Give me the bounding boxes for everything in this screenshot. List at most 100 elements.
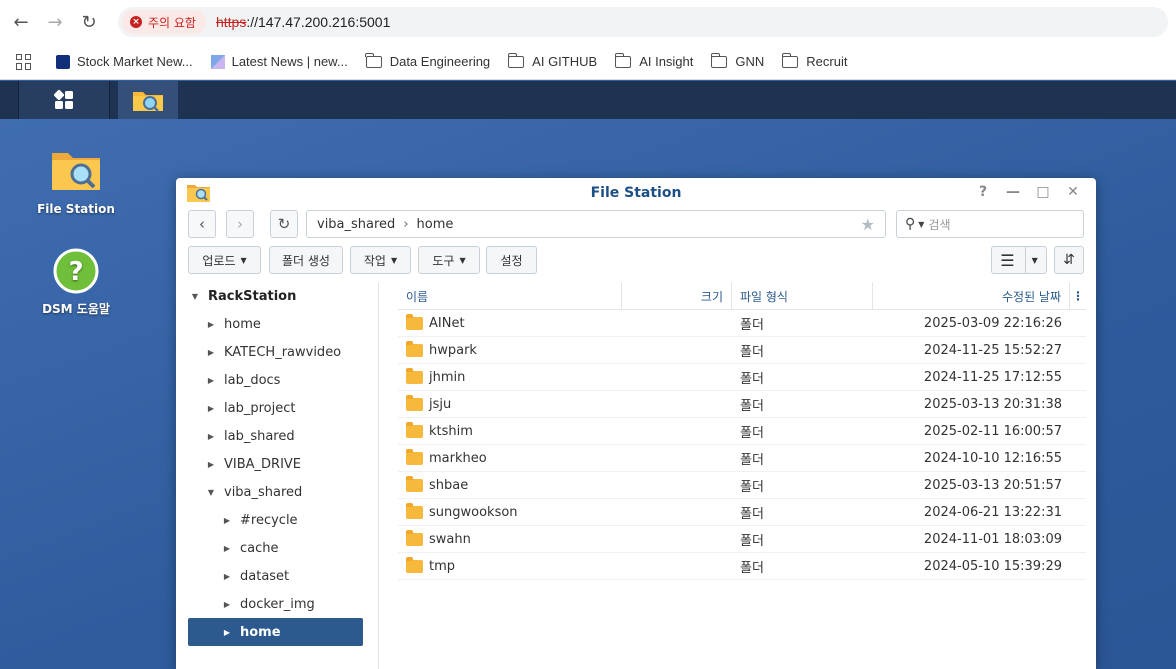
path-bar[interactable]: viba_shared › home ★ bbox=[306, 210, 886, 238]
tree-root[interactable]: ▼ RackStation bbox=[188, 282, 296, 310]
main-menu-icon bbox=[53, 89, 73, 109]
path-segment[interactable]: viba_shared bbox=[317, 217, 395, 232]
apps-grid-icon[interactable] bbox=[16, 53, 32, 70]
create-folder-label: 폴더 생성 bbox=[282, 253, 330, 268]
tree-item-lab-shared[interactable]: ▶ lab_shared bbox=[204, 422, 295, 450]
refresh-button[interactable]: ↻ bbox=[270, 210, 298, 238]
bookmark-recruit[interactable]: Recruit bbox=[781, 52, 847, 69]
action-label: 작업 bbox=[363, 253, 386, 268]
column-header-type[interactable]: 파일 형식 bbox=[732, 282, 873, 310]
bookmark-ai-github[interactable]: AI GITHUB bbox=[507, 52, 598, 69]
minimize-icon[interactable]: — bbox=[1004, 184, 1022, 200]
back-button[interactable]: ‹ bbox=[188, 210, 216, 238]
collapsed-arrow-icon[interactable]: ▶ bbox=[204, 376, 218, 385]
path-segment[interactable]: home bbox=[417, 217, 454, 232]
file-type: 폴더 bbox=[740, 507, 764, 522]
column-label: 이름 bbox=[406, 289, 429, 304]
collapsed-arrow-icon[interactable]: ▶ bbox=[204, 348, 218, 357]
column-options-icon[interactable]: ⋮ bbox=[1070, 282, 1086, 310]
url-text[interactable]: https://147.47.200.216:5001 bbox=[216, 14, 390, 30]
bookmark-data-engineering[interactable]: Data Engineering bbox=[365, 52, 490, 69]
help-icon: ? bbox=[53, 248, 99, 294]
collapsed-arrow-icon[interactable]: ▶ bbox=[220, 628, 234, 637]
tree-item-home[interactable]: ▶ home bbox=[204, 310, 261, 338]
favorite-star-icon[interactable]: ★ bbox=[861, 215, 875, 234]
collapsed-arrow-icon[interactable]: ▶ bbox=[220, 572, 234, 581]
upload-button[interactable]: 업로드 ▼ bbox=[188, 246, 261, 274]
expanded-arrow-icon[interactable]: ▼ bbox=[188, 292, 202, 301]
back-arrow-icon[interactable]: ← bbox=[8, 9, 34, 35]
bookmark-ai-insight[interactable]: AI Insight bbox=[614, 52, 693, 69]
security-warning-chip[interactable]: × 주의 요함 bbox=[122, 10, 206, 34]
table-row[interactable]: AINet 폴더 2025-03-09 22:16:26 bbox=[398, 310, 1086, 337]
tree-item-dataset[interactable]: ▶ dataset bbox=[220, 562, 289, 590]
table-row[interactable]: jsju 폴더 2025-03-13 20:31:38 bbox=[398, 391, 1086, 418]
file-name: swahn bbox=[429, 532, 471, 547]
list-view-icon: ☰ bbox=[1000, 250, 1015, 270]
table-row[interactable]: jhmin 폴더 2024-11-25 17:12:55 bbox=[398, 364, 1086, 391]
collapsed-arrow-icon[interactable]: ▶ bbox=[220, 544, 234, 553]
collapsed-arrow-icon[interactable]: ▶ bbox=[204, 320, 218, 329]
desktop-icon-file-station[interactable]: File Station bbox=[21, 147, 131, 216]
table-row[interactable]: shbae 폴더 2025-03-13 20:51:57 bbox=[398, 472, 1086, 499]
tools-button[interactable]: 도구 ▼ bbox=[418, 246, 480, 274]
table-row[interactable]: markheo 폴더 2024-10-10 12:16:55 bbox=[398, 445, 1086, 472]
settings-button[interactable]: 설정 bbox=[486, 246, 537, 274]
tree-item-viba-drive[interactable]: ▶ VIBA_DRIVE bbox=[204, 450, 301, 478]
desktop-icon-dsm-help[interactable]: ? DSM 도움말 bbox=[21, 247, 131, 317]
file-type: 폴더 bbox=[740, 426, 764, 441]
table-row[interactable]: ktshim 폴더 2025-02-11 16:00:57 bbox=[398, 418, 1086, 445]
column-label: 크기 bbox=[700, 289, 723, 304]
address-bar[interactable]: × 주의 요함 https://147.47.200.216:5001 bbox=[118, 7, 1168, 37]
file-modified: 2024-11-25 15:52:27 bbox=[923, 343, 1062, 358]
tree-item-viba-shared[interactable]: ▼ viba_shared bbox=[204, 478, 302, 506]
search-placeholder: 검색 bbox=[928, 217, 951, 232]
tree-item-recycle[interactable]: ▶ #recycle bbox=[220, 506, 298, 534]
bookmark-label: GNN bbox=[735, 54, 765, 69]
collapsed-arrow-icon[interactable]: ▶ bbox=[204, 460, 218, 469]
table-row[interactable]: hwpark 폴더 2024-11-25 15:52:27 bbox=[398, 337, 1086, 364]
folder-icon bbox=[406, 368, 423, 384]
bookmark-gnn[interactable]: GNN bbox=[710, 52, 765, 69]
file-modified: 2025-03-13 20:51:57 bbox=[923, 478, 1062, 493]
folder-icon bbox=[406, 557, 423, 573]
create-folder-button[interactable]: 폴더 생성 bbox=[269, 246, 343, 274]
expanded-arrow-icon[interactable]: ▼ bbox=[204, 488, 218, 497]
view-mode-button[interactable]: ☰ ▼ bbox=[991, 246, 1047, 274]
action-toolbar: 업로드 ▼ 폴더 생성 작업 ▼ 도구 ▼ 설정 ☰ ▼ ⇵ bbox=[188, 246, 1084, 274]
forward-button[interactable]: › bbox=[226, 210, 254, 238]
collapsed-arrow-icon[interactable]: ▶ bbox=[220, 600, 234, 609]
tree-item-lab-project[interactable]: ▶ lab_project bbox=[204, 394, 296, 422]
collapsed-arrow-icon[interactable]: ▶ bbox=[204, 432, 218, 441]
column-header-modified[interactable]: 수정된 날짜 bbox=[873, 282, 1070, 310]
settings-label: 설정 bbox=[500, 253, 523, 268]
table-row[interactable]: swahn 폴더 2024-11-01 18:03:09 bbox=[398, 526, 1086, 553]
main-menu-button[interactable] bbox=[18, 81, 110, 119]
tree-item-home-selected[interactable]: ▶ home bbox=[188, 618, 363, 646]
maximize-icon[interactable]: □ bbox=[1034, 184, 1052, 200]
tree-item-cache[interactable]: ▶ cache bbox=[220, 534, 279, 562]
bookmark-latest-news[interactable]: Latest News | new... bbox=[210, 54, 348, 69]
window-title-bar[interactable]: File Station ? — □ ✕ bbox=[176, 178, 1096, 208]
column-header-size[interactable]: 크기 bbox=[622, 282, 732, 310]
bookmark-label: AI GITHUB bbox=[532, 54, 598, 69]
collapsed-arrow-icon[interactable]: ▶ bbox=[204, 404, 218, 413]
column-header-name[interactable]: 이름 bbox=[398, 282, 622, 310]
tree-item-label: #recycle bbox=[240, 512, 298, 528]
tree-item-docker-img[interactable]: ▶ docker_img bbox=[220, 590, 315, 618]
collapsed-arrow-icon[interactable]: ▶ bbox=[220, 516, 234, 525]
search-input[interactable]: ⚲ ▼ 검색 bbox=[896, 210, 1084, 238]
action-button[interactable]: 작업 ▼ bbox=[350, 246, 411, 274]
tree-item-katech-rawvideo[interactable]: ▶ KATECH_rawvideo bbox=[204, 338, 341, 366]
tree-item-lab-docs[interactable]: ▶ lab_docs bbox=[204, 366, 281, 394]
table-row[interactable]: tmp 폴더 2024-05-10 15:39:29 bbox=[398, 553, 1086, 580]
table-row[interactable]: sungwookson 폴더 2024-06-21 13:22:31 bbox=[398, 499, 1086, 526]
reload-icon[interactable]: ↻ bbox=[76, 9, 102, 35]
close-icon[interactable]: ✕ bbox=[1064, 184, 1082, 200]
bookmark-stock-market[interactable]: Stock Market New... bbox=[56, 54, 193, 69]
sort-button[interactable]: ⇵ bbox=[1054, 246, 1084, 274]
help-question-icon[interactable]: ? bbox=[974, 184, 992, 200]
taskbar-file-station[interactable] bbox=[118, 81, 178, 119]
forward-arrow-icon[interactable]: → bbox=[42, 9, 68, 35]
file-type: 폴더 bbox=[740, 453, 764, 468]
